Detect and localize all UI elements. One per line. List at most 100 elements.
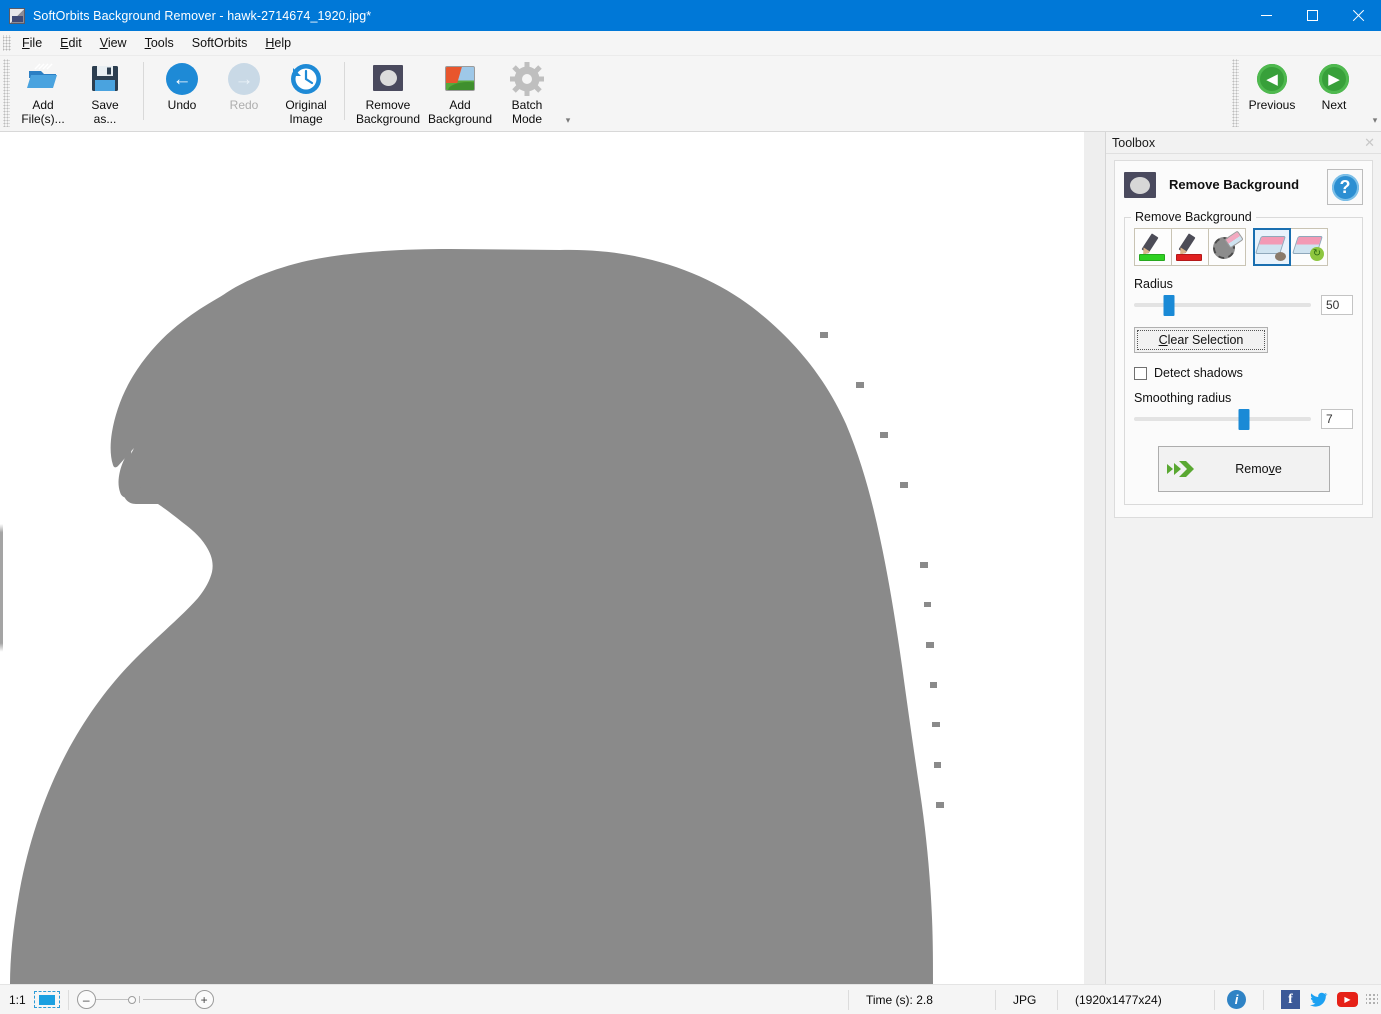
smoothing-slider-thumb[interactable] (1238, 409, 1250, 430)
tool-mark-foreground-pencil[interactable] (1134, 228, 1172, 266)
remove-button-label: Remove (1235, 462, 1282, 476)
close-button[interactable] (1335, 0, 1381, 31)
menu-grip (3, 35, 11, 51)
help-button[interactable]: ? (1327, 169, 1363, 205)
zoom-out-button[interactable]: – (76, 990, 96, 1009)
smoothing-radius-label: Smoothing radius (1134, 391, 1232, 405)
tool-mark-background-pencil[interactable] (1171, 228, 1209, 266)
smoothing-slider[interactable] (1134, 409, 1311, 430)
original-image-button[interactable]: Original Image (275, 56, 337, 127)
add-files-button[interactable]: Add File(s)... (12, 56, 74, 127)
add-background-button[interactable]: Add Background (424, 56, 496, 127)
toolbar-grip[interactable] (3, 59, 10, 127)
fit-to-window-button[interactable] (33, 991, 60, 1008)
tool-magic-wand-eraser[interactable] (1208, 228, 1246, 266)
twitter-icon[interactable] (1309, 990, 1328, 1009)
status-divider (67, 989, 69, 1010)
menu-label: oftOrbits (200, 36, 248, 50)
clock-history-icon (289, 62, 323, 96)
fit-to-window-icon (38, 994, 55, 1005)
zoom-tick (138, 996, 140, 1003)
eraser-icon (1255, 233, 1287, 261)
menu-label: iew (107, 36, 127, 50)
toolbar-group-actions: Remove Background Add Background Batch M… (352, 56, 574, 132)
image-dimensions-label: (1920x1477x24) (1075, 992, 1162, 1007)
menu-label: ools (150, 36, 174, 50)
image-canvas[interactable] (0, 132, 1084, 984)
zoom-slider-thumb[interactable] (127, 995, 136, 1004)
green-pencil-icon (1138, 232, 1168, 262)
pane-title: Remove Background (1169, 177, 1300, 192)
window-title: SoftOrbits Background Remover - hawk-271… (33, 8, 372, 23)
next-label: Next (1321, 98, 1347, 112)
zoom-in-button[interactable]: + (194, 990, 214, 1009)
toolbox-title: Toolbox (1112, 135, 1156, 150)
resize-grip[interactable] (1366, 993, 1378, 1006)
menu-mnemonic: E (60, 36, 69, 50)
facebook-icon[interactable]: f (1281, 990, 1300, 1009)
next-arrow-icon: ▶ (1317, 62, 1351, 96)
remove-background-button[interactable]: Remove Background (352, 56, 424, 127)
hawk-silhouette-image (0, 132, 1084, 984)
previous-button[interactable]: ◀ Previous (1241, 56, 1303, 126)
toolbar-group-file: Add File(s)... Save as... (12, 56, 136, 132)
youtube-icon[interactable]: ▶ (1337, 992, 1358, 1007)
menu-item-file[interactable]: File (13, 33, 51, 53)
radius-value-field[interactable]: 50 (1321, 295, 1353, 315)
remove-background-group: Remove Background ↻ Radius 50 Clear Sele… (1124, 210, 1363, 505)
zoom-track-left (95, 999, 128, 1000)
save-as-button[interactable]: Save as... (74, 56, 136, 127)
save-as-label: Save as... (91, 98, 119, 126)
zoom-ratio-label: 1:1 (9, 992, 26, 1007)
previous-arrow-icon: ◀ (1255, 62, 1289, 96)
toolbar-overflow-button[interactable]: ▾ (562, 114, 574, 126)
detect-shadows-checkbox[interactable] (1134, 366, 1147, 380)
remove-background-icon (371, 62, 405, 96)
menu-item-help[interactable]: Help (256, 33, 300, 53)
undo-label: Undo (167, 98, 197, 112)
nav-overflow-button[interactable]: ▾ (1369, 114, 1381, 126)
tool-eraser[interactable] (1253, 228, 1291, 266)
info-icon[interactable]: i (1227, 990, 1246, 1009)
toolbox-header: Toolbox ✕ (1106, 132, 1381, 154)
smoothing-row: 7 (1134, 409, 1353, 430)
original-image-label: Original Image (285, 98, 327, 126)
toolbox-close-icon[interactable]: ✕ (1364, 136, 1375, 149)
menu-label: elp (274, 36, 292, 50)
toolbar-group-history: ← Undo → Redo Original Image (151, 56, 337, 132)
radius-slider-thumb[interactable] (1163, 295, 1175, 316)
status-bar: 1:1 – + Time (s): 2.8 JPG (1920x1477x24)… (0, 984, 1381, 1014)
next-button[interactable]: ▶ Next (1303, 56, 1365, 126)
tool-restore-eraser[interactable]: ↻ (1290, 228, 1328, 266)
menu-item-softorbits[interactable]: SoftOrbits (183, 33, 257, 53)
menu-mnemonic: F (22, 36, 30, 50)
radius-slider[interactable] (1134, 295, 1311, 316)
green-arrow-icon (1159, 459, 1201, 479)
application-window: SoftOrbits Background Remover - hawk-271… (0, 0, 1381, 1014)
minimize-button[interactable] (1243, 0, 1289, 31)
menu-item-tools[interactable]: Tools (136, 33, 183, 53)
title-bar: SoftOrbits Background Remover - hawk-271… (0, 0, 1381, 31)
magic-eraser-icon (1212, 230, 1244, 261)
maximize-button[interactable] (1289, 0, 1335, 31)
processing-time-label: Time (s): 2.8 (866, 992, 933, 1007)
detect-shadows-row[interactable]: Detect shadows (1134, 366, 1353, 380)
undo-button[interactable]: ← Undo (151, 56, 213, 126)
radius-slider-track (1134, 303, 1311, 307)
batch-mode-button[interactable]: Batch Mode (496, 56, 558, 127)
menu-item-view[interactable]: View (91, 33, 136, 53)
previous-label: Previous (1248, 98, 1296, 112)
detect-shadows-label: Detect shadows (1154, 366, 1243, 380)
open-folder-icon (26, 62, 60, 96)
clear-selection-button[interactable]: Clear Selection (1134, 327, 1268, 353)
remove-mnemonic: v (1268, 462, 1275, 476)
canvas-vertical-scrollbar[interactable] (0, 132, 3, 984)
menu-label: ile (29, 36, 43, 50)
status-divider (1214, 989, 1215, 1010)
smoothing-value-field[interactable]: 7 (1321, 409, 1353, 429)
remove-button[interactable]: Remove (1157, 446, 1330, 492)
menu-item-edit[interactable]: Edit (51, 33, 91, 53)
file-format-label: JPG (1013, 992, 1037, 1007)
add-files-label: Add File(s)... (21, 98, 65, 126)
toolbar-separator (344, 62, 345, 120)
